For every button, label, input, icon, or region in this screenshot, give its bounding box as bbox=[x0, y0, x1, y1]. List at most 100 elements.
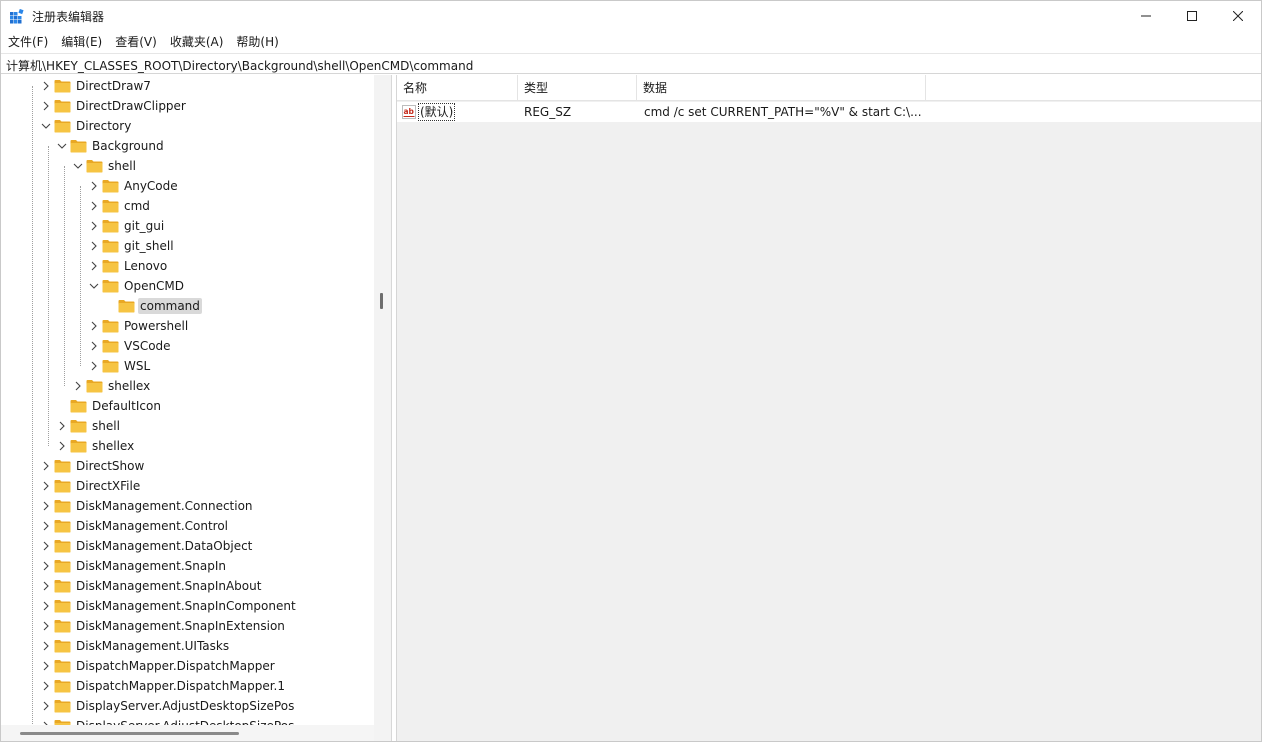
tree-item[interactable]: Lenovo bbox=[1, 256, 374, 276]
close-button[interactable] bbox=[1215, 1, 1261, 31]
tree-item[interactable]: DisplayServer.AdjustDesktopSizePos bbox=[1, 716, 374, 725]
tree-item[interactable]: DirectDraw7 bbox=[1, 76, 374, 96]
chevron-right-icon[interactable] bbox=[89, 241, 99, 251]
minimize-button[interactable] bbox=[1123, 1, 1169, 31]
chevron-right-icon[interactable] bbox=[41, 581, 51, 591]
tree-item[interactable]: DefaultIcon bbox=[1, 396, 374, 416]
tree-item[interactable]: DiskManagement.SnapInAbout bbox=[1, 576, 374, 596]
chevron-right-icon[interactable] bbox=[41, 621, 51, 631]
tree-item[interactable]: DiskManagement.UITasks bbox=[1, 636, 374, 656]
menu-edit[interactable]: 编辑(E) bbox=[54, 32, 108, 52]
chevron-right-icon[interactable] bbox=[41, 661, 51, 671]
chevron-down-icon[interactable] bbox=[41, 121, 51, 131]
scrollbar-thumb[interactable] bbox=[20, 732, 239, 735]
chevron-right-icon[interactable] bbox=[41, 541, 51, 551]
chevron-right-icon[interactable] bbox=[41, 481, 51, 491]
folder-icon bbox=[54, 600, 71, 613]
folder-icon bbox=[54, 120, 71, 133]
chevron-right-icon[interactable] bbox=[41, 641, 51, 651]
tree-item[interactable]: DiskManagement.DataObject bbox=[1, 536, 374, 556]
chevron-right-icon[interactable] bbox=[89, 261, 99, 271]
chevron-right-icon[interactable] bbox=[41, 701, 51, 711]
chevron-right-icon[interactable] bbox=[41, 561, 51, 571]
tree-item[interactable]: DirectDrawClipper bbox=[1, 96, 374, 116]
tree-item-label: DisplayServer.AdjustDesktopSizePos bbox=[76, 699, 295, 713]
chevron-right-icon[interactable] bbox=[41, 681, 51, 691]
tree-item-label: VSCode bbox=[124, 339, 171, 353]
column-header-type[interactable]: 类型 bbox=[518, 75, 637, 101]
folder-icon bbox=[86, 160, 103, 173]
tree-item[interactable]: Directory bbox=[1, 116, 374, 136]
menu-favorites[interactable]: 收藏夹(A) bbox=[163, 32, 230, 52]
key-tree[interactable]: DirectDraw7 DirectDrawClipper Directory Bac… bbox=[1, 75, 374, 725]
chevron-right-icon[interactable] bbox=[89, 341, 99, 351]
tree-item-label: git_shell bbox=[124, 239, 174, 253]
address-path[interactable]: 计算机\HKEY_CLASSES_ROOT\Directory\Backgrou… bbox=[6, 57, 473, 74]
tree-item[interactable]: git_shell bbox=[1, 236, 374, 256]
column-header-name[interactable]: 名称 bbox=[397, 75, 518, 101]
tree-item[interactable]: command bbox=[1, 296, 374, 316]
value-list[interactable]: 名称 类型 数据 ab (默认) REG_SZ cmd /c set CURRE… bbox=[396, 75, 1261, 741]
chevron-right-icon[interactable] bbox=[41, 461, 51, 471]
tree-item[interactable]: DispatchMapper.DispatchMapper.1 bbox=[1, 676, 374, 696]
chevron-right-icon[interactable] bbox=[41, 101, 51, 111]
tree-item[interactable]: shellex bbox=[1, 436, 374, 456]
tree-item[interactable]: DiskManagement.Connection bbox=[1, 496, 374, 516]
tree-item[interactable]: DiskManagement.Control bbox=[1, 516, 374, 536]
tree-item[interactable]: Powershell bbox=[1, 316, 374, 336]
tree-item[interactable]: DirectShow bbox=[1, 456, 374, 476]
maximize-button[interactable] bbox=[1169, 1, 1215, 31]
tree-item[interactable]: OpenCMD bbox=[1, 276, 374, 296]
chevron-right-icon[interactable] bbox=[41, 521, 51, 531]
chevron-down-icon[interactable] bbox=[89, 281, 99, 291]
column-header-data[interactable]: 数据 bbox=[637, 75, 926, 101]
tree-item[interactable]: shell bbox=[1, 156, 374, 176]
title-bar[interactable]: 注册表编辑器 bbox=[1, 1, 1261, 31]
menu-help[interactable]: 帮助(H) bbox=[229, 32, 284, 52]
menu-file[interactable]: 文件(F) bbox=[1, 32, 54, 52]
chevron-right-icon[interactable] bbox=[89, 361, 99, 371]
tree-item[interactable]: cmd bbox=[1, 196, 374, 216]
chevron-right-icon[interactable] bbox=[89, 201, 99, 211]
tree-item[interactable]: DiskManagement.SnapIn bbox=[1, 556, 374, 576]
tree-horizontal-scrollbar[interactable] bbox=[1, 725, 374, 741]
tree-item[interactable]: Background bbox=[1, 136, 374, 156]
tree-item[interactable]: AnyCode bbox=[1, 176, 374, 196]
tree-item-label: Lenovo bbox=[124, 259, 168, 273]
menu-view[interactable]: 查看(V) bbox=[108, 32, 163, 52]
chevron-right-icon[interactable] bbox=[89, 181, 99, 191]
tree-item-label: DirectShow bbox=[76, 459, 145, 473]
address-bar[interactable]: 计算机\HKEY_CLASSES_ROOT\Directory\Backgrou… bbox=[1, 53, 1261, 74]
tree-item[interactable]: DisplayServer.AdjustDesktopSizePos bbox=[1, 696, 374, 716]
tree-item-label: DiskManagement.Connection bbox=[76, 499, 253, 513]
menu-bar: 文件(F) 编辑(E) 查看(V) 收藏夹(A) 帮助(H) bbox=[1, 32, 1261, 52]
tree-item-label: DirectDraw7 bbox=[76, 79, 151, 93]
tree-item[interactable]: shellex bbox=[1, 376, 374, 396]
maximize-icon bbox=[1187, 11, 1197, 21]
chevron-right-icon[interactable] bbox=[57, 421, 67, 431]
chevron-right-icon[interactable] bbox=[41, 501, 51, 511]
tree-item[interactable]: VSCode bbox=[1, 336, 374, 356]
chevron-right-icon[interactable] bbox=[89, 221, 99, 231]
pane-splitter[interactable] bbox=[374, 75, 392, 741]
tree-item-label: DiskManagement.DataObject bbox=[76, 539, 253, 553]
chevron-down-icon[interactable] bbox=[57, 141, 67, 151]
registry-editor-window: 注册表编辑器 文件(F) 编辑(E) 查看(V) 收藏夹(A) 帮助(H) 计算… bbox=[0, 0, 1262, 742]
splitter-grip-icon[interactable] bbox=[380, 293, 383, 309]
chevron-right-icon[interactable] bbox=[73, 381, 83, 391]
tree-item[interactable]: DiskManagement.SnapInExtension bbox=[1, 616, 374, 636]
chevron-right-icon[interactable] bbox=[89, 321, 99, 331]
tree-item[interactable]: git_gui bbox=[1, 216, 374, 236]
tree-item[interactable]: shell bbox=[1, 416, 374, 436]
tree-item[interactable]: WSL bbox=[1, 356, 374, 376]
chevron-right-icon[interactable] bbox=[41, 601, 51, 611]
list-row[interactable]: ab (默认) REG_SZ cmd /c set CURRENT_PATH="… bbox=[397, 102, 1261, 122]
chevron-down-icon[interactable] bbox=[73, 161, 83, 171]
value-name[interactable]: (默认) bbox=[418, 103, 456, 121]
chevron-right-icon[interactable] bbox=[41, 81, 51, 91]
chevron-right-icon[interactable] bbox=[57, 441, 67, 451]
tree-item-label: DefaultIcon bbox=[92, 399, 161, 413]
tree-item[interactable]: DispatchMapper.DispatchMapper bbox=[1, 656, 374, 676]
tree-item[interactable]: DirectXFile bbox=[1, 476, 374, 496]
tree-item[interactable]: DiskManagement.SnapInComponent bbox=[1, 596, 374, 616]
